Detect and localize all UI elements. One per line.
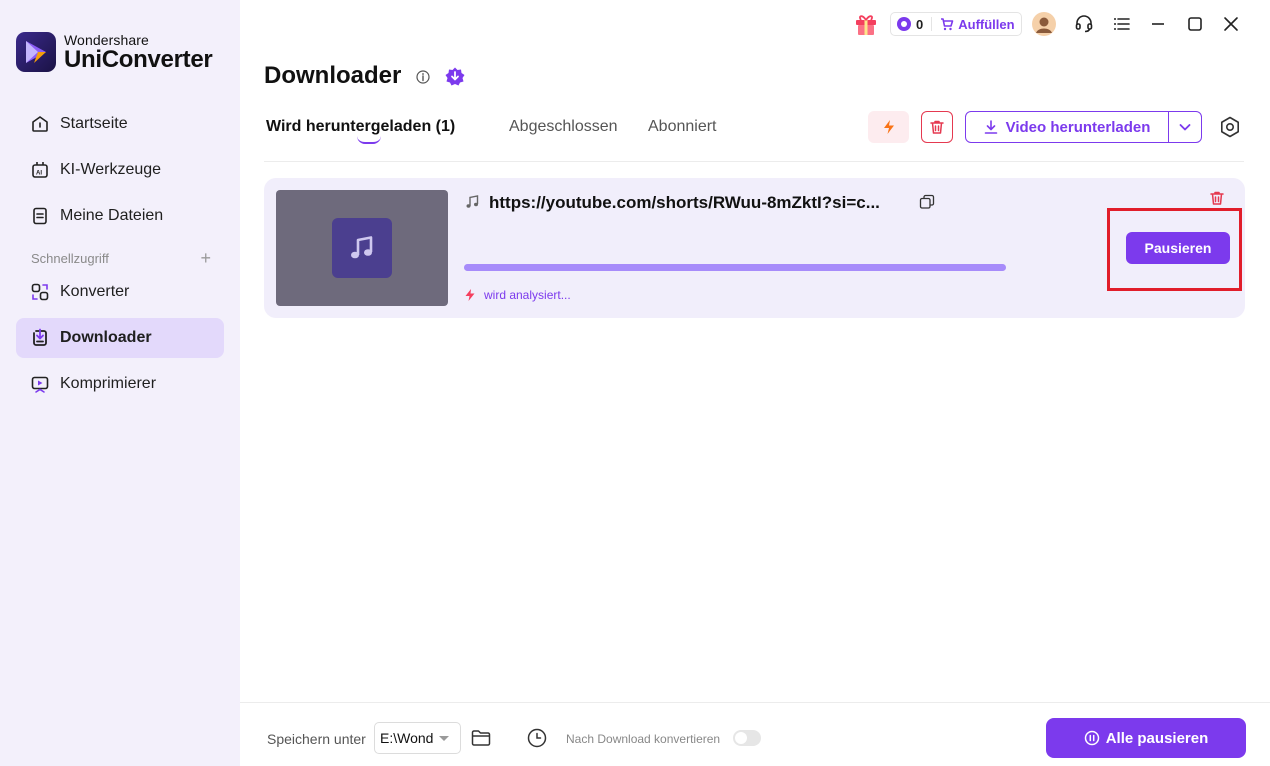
download-url: https://youtube.com/shorts/RWuu-8mZktI?s… [489,193,880,212]
lightning-icon [883,120,894,134]
support-headset-icon[interactable] [1072,12,1096,36]
menu-list-icon[interactable] [1110,12,1134,36]
highlight-box [1107,208,1242,291]
download-video-button[interactable]: Video herunterladen [966,112,1169,142]
avatar[interactable] [1032,12,1056,36]
tabs-divider [264,161,1244,162]
home-icon [30,114,50,134]
download-item-card: https://youtube.com/shorts/RWuu-8mZktI?s… [264,178,1245,318]
tab-completed[interactable]: Abgeschlossen [509,118,618,136]
trash-icon [930,120,944,134]
save-location-label: Speichern unter [267,731,366,747]
sidebar-item-label: KI-Werkzeuge [60,161,162,178]
tab-subscribed[interactable]: Abonniert [648,118,717,136]
audio-type-icon [464,194,480,215]
info-icon[interactable] [416,70,430,89]
open-folder-icon[interactable] [470,727,492,754]
sidebar-item-downloader[interactable]: Downloader [16,318,224,358]
schedule-clock-icon[interactable] [526,727,548,754]
sidebar-item-label: Konverter [60,283,130,300]
gift-icon[interactable] [852,10,880,38]
download-options-dropdown[interactable] [1169,112,1201,142]
settings-gear-icon[interactable] [1218,115,1242,144]
buy-label: Auffüllen [958,16,1015,32]
quick-access-header: Schnellzugriff + [31,249,211,267]
sidebar-item-label: Startseite [60,115,128,132]
convert-after-download-label: Nach Download konvertieren [566,732,721,746]
ai-tools-icon: AI [30,160,50,180]
copy-url-icon[interactable] [919,194,935,215]
download-progress-fill [464,264,1006,271]
media-thumbnail [276,190,448,306]
save-location-dropdown[interactable]: E:\Wondershare [374,722,461,754]
coin-balance[interactable]: 0 Auffüllen [890,12,1022,36]
tab-downloading[interactable]: Wird heruntergeladen (1) [266,118,455,136]
downloader-icon [30,328,50,348]
buy-button[interactable]: Auffüllen [940,16,1015,32]
active-tab-indicator [357,136,381,144]
svg-text:AI: AI [36,171,42,177]
pause-circle-icon [1084,730,1099,746]
close-icon[interactable] [1219,12,1243,36]
sidebar-item-label: Downloader [60,329,152,346]
download-progress-bar [464,264,1006,271]
maximize-icon[interactable] [1183,12,1207,36]
sidebar: Wondershare UniConverter Startseite AI K… [0,0,240,766]
coin-count: 0 [916,16,924,32]
files-icon [30,206,50,226]
convert-after-download-toggle[interactable] [733,730,761,746]
lightning-icon [465,289,475,301]
coin-icon [897,17,911,31]
download-status-text: wird analysiert... [484,288,571,302]
compressor-icon [30,374,50,394]
dropdown-caret-icon [439,736,449,741]
pause-all-label: Alle pausieren [1105,729,1209,747]
download-video-split-button: Video herunterladen [965,111,1202,143]
page-title: Downloader [264,62,402,89]
pause-all-button[interactable]: Alle pausieren [1046,718,1246,758]
delete-all-button[interactable] [921,111,953,143]
add-quick-access-icon[interactable]: + [200,249,211,267]
app-logo: Wondershare UniConverter [16,31,213,73]
sidebar-item-label: Meine Dateien [60,207,164,224]
music-note-thumbnail-icon [332,218,392,278]
download-status: wird analysiert... [464,288,571,302]
cart-icon [941,18,954,31]
sidebar-item-startseite[interactable]: Startseite [16,104,224,144]
product-name: UniConverter [64,45,213,73]
chevron-down-icon [1179,124,1191,131]
quick-access-label: Schnellzugriff [31,250,109,266]
premium-badge-icon[interactable] [444,66,466,93]
turbo-mode-button[interactable] [868,111,909,143]
sidebar-item-label: Komprimierer [60,375,157,392]
download-video-label: Video herunterladen [1005,118,1151,136]
uniconverter-logo-icon [16,32,56,72]
brand-name: Wondershare [64,31,149,48]
save-location-value: E:\Wondershare [380,730,434,746]
sidebar-item-meine-dateien[interactable]: Meine Dateien [16,196,224,236]
footer-divider [240,702,1270,703]
download-icon [984,120,997,134]
sidebar-item-konverter[interactable]: Konverter [16,272,224,312]
converter-icon [30,282,50,302]
sidebar-item-komprimierer[interactable]: Komprimierer [16,364,224,404]
minimize-icon[interactable] [1146,12,1170,36]
sidebar-item-ki-werkzeuge[interactable]: AI KI-Werkzeuge [16,150,224,190]
